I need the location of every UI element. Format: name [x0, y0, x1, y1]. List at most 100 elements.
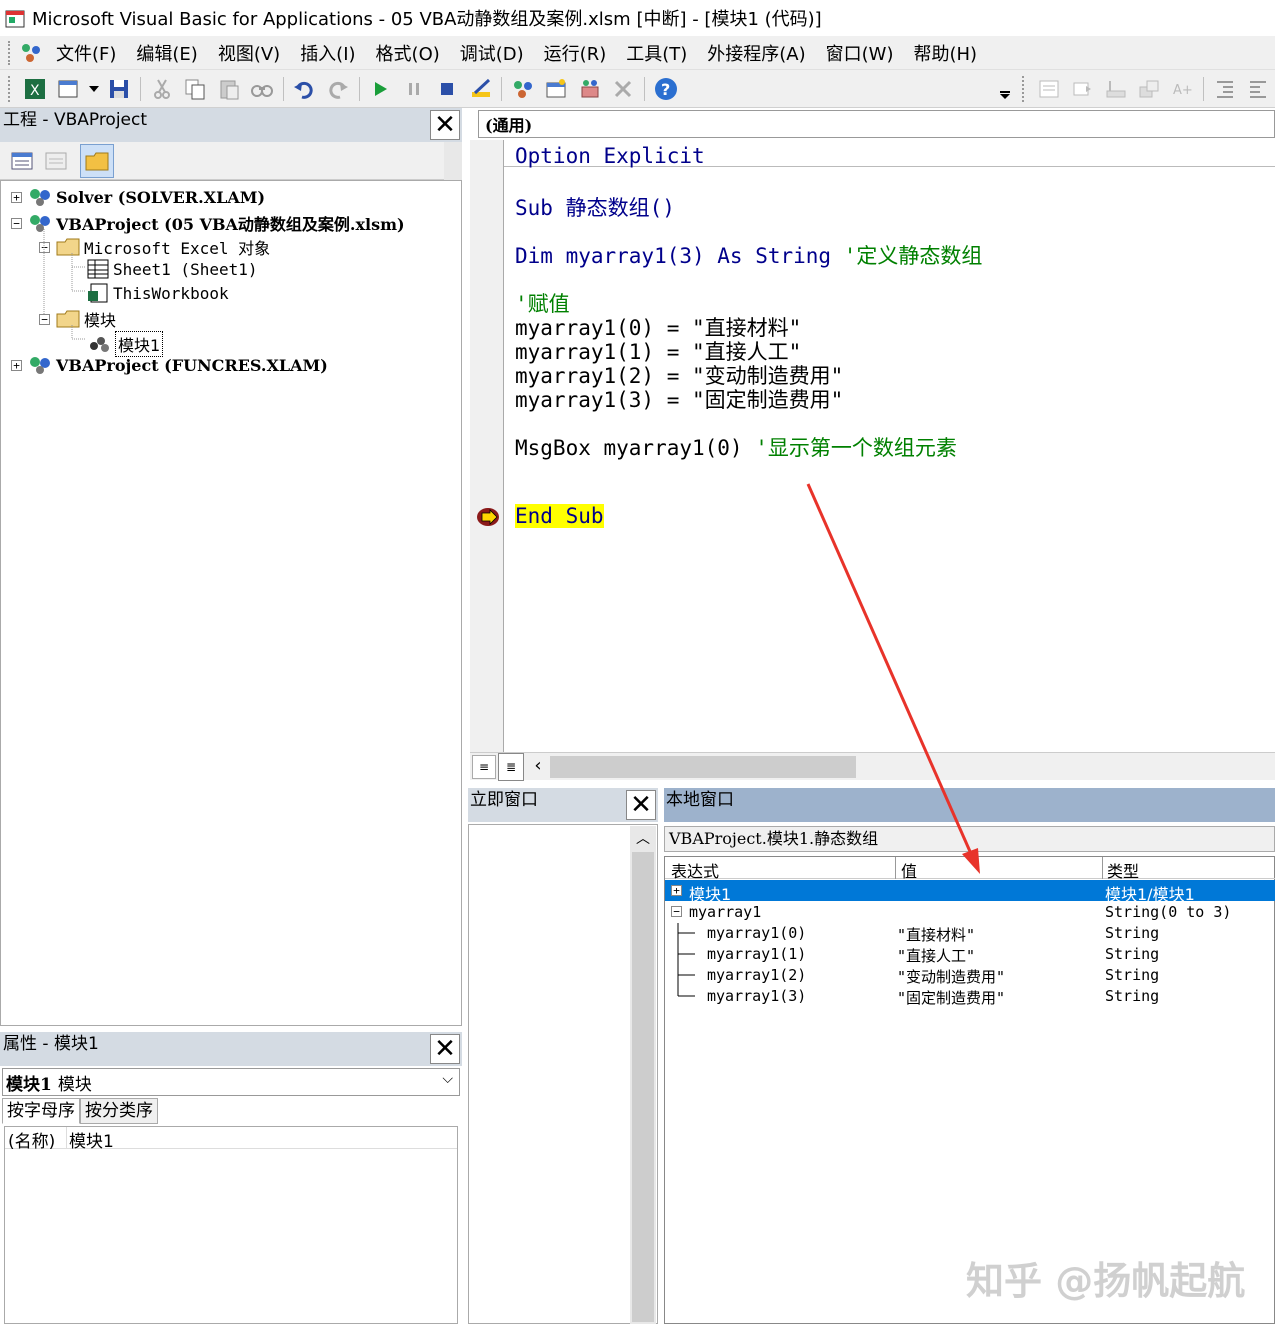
menu-bar: 文件(F) 编辑(E) 视图(V) 插入(I) 格式(O) 调试(D) 运行(R… — [0, 36, 1275, 70]
reset-icon[interactable] — [432, 74, 461, 104]
toolbar-overflow-icon[interactable] — [998, 74, 1012, 104]
tab-alphabetic[interactable]: 按字母序 — [2, 1098, 80, 1124]
indent-icon[interactable] — [1210, 74, 1239, 104]
toolbar-separator — [1203, 76, 1205, 101]
menu-format[interactable]: 格式(O) — [366, 40, 450, 66]
copy-icon[interactable] — [180, 74, 209, 104]
menu-file[interactable]: 文件(F) — [46, 40, 126, 66]
scroll-up-icon[interactable]: ︿ — [630, 826, 656, 852]
view-object-icon[interactable] — [42, 148, 70, 174]
save-icon[interactable] — [105, 74, 134, 104]
menu-help[interactable]: 帮助(H) — [903, 40, 987, 66]
object-browser-icon[interactable] — [575, 74, 604, 104]
menu-run[interactable]: 运行(R) — [534, 40, 617, 66]
code-margin[interactable] — [470, 140, 504, 752]
menu-view[interactable]: 视图(V) — [208, 40, 290, 66]
locals-row[interactable]: myarray1(1) "直接人工" String — [665, 943, 1275, 965]
dropdown-icon[interactable] — [87, 74, 101, 104]
standard-toolbar: X ? A+ — [0, 70, 1275, 108]
locals-row[interactable]: − myarray1 String(0 to 3) — [665, 901, 1275, 922]
column-type[interactable]: 类型 — [1107, 858, 1139, 882]
menu-edit[interactable]: 编辑(E) — [126, 40, 207, 66]
project-scrollbar[interactable] — [444, 142, 462, 180]
procedure-view-icon[interactable]: ≡ — [472, 755, 496, 779]
code-object-select[interactable]: (通用) — [478, 110, 1275, 138]
properties-header: 属性 - 模块1 ✕ — [0, 1032, 462, 1066]
code-line-current[interactable]: End Sub — [515, 504, 604, 528]
view-code-icon[interactable] — [8, 148, 36, 174]
toggle-folders-icon[interactable] — [80, 144, 114, 178]
locals-row[interactable]: + 模块1 模块1/模块1 — [665, 880, 1275, 904]
help-icon[interactable]: ? — [651, 74, 680, 104]
property-row[interactable]: (名称) 模块1 — [5, 1127, 457, 1152]
tab-categorized[interactable]: 按分类序 — [80, 1098, 158, 1124]
run-icon[interactable] — [366, 74, 395, 104]
break-icon[interactable] — [399, 74, 428, 104]
project-tree: + Solver (SOLVER.XLAM) − VBAProject (05 … — [0, 180, 462, 1026]
find-icon[interactable] — [247, 74, 276, 104]
locals-title: 本地窗口 — [666, 790, 734, 810]
locals-tree-lines — [677, 923, 695, 997]
close-icon[interactable]: ✕ — [626, 790, 656, 820]
outdent-icon[interactable] — [1244, 74, 1273, 104]
svg-text:X: X — [30, 83, 40, 99]
locals-row[interactable]: myarray1(2) "变动制造费用" String — [665, 964, 1275, 986]
code-hscrollbar[interactable]: ≡ ≣ ‹ — [470, 752, 1275, 781]
object-name: 模块1 — [6, 1074, 52, 1095]
undo-icon[interactable] — [290, 74, 319, 104]
menu-grip[interactable] — [8, 40, 12, 65]
window-title: Microsoft Visual Basic for Applications … — [32, 9, 822, 30]
toolbar-separator — [358, 76, 360, 101]
project-explorer-icon[interactable] — [508, 74, 537, 104]
edit-toolbar-grip[interactable] — [1022, 75, 1026, 102]
scroll-thumb[interactable] — [550, 756, 856, 778]
design-mode-icon[interactable] — [466, 74, 495, 104]
cut-icon[interactable] — [147, 74, 176, 104]
parameter-info-icon[interactable] — [1134, 74, 1163, 104]
chevron-down-icon[interactable]: ⌵ — [442, 1071, 453, 1087]
code-line-3[interactable]: Dim myarray1(3) As String '定义静态数组 — [515, 240, 982, 270]
paste-icon[interactable] — [214, 74, 243, 104]
vba-menu-icon[interactable] — [18, 40, 44, 66]
project-explorer-header: 工程 - VBAProject ✕ — [0, 108, 462, 142]
insert-module-icon[interactable] — [53, 74, 82, 104]
toolbox-icon[interactable] — [609, 74, 638, 104]
locals-row[interactable]: myarray1(0) "直接材料" String — [665, 922, 1275, 944]
excel-icon[interactable]: X — [20, 74, 49, 104]
code-line-9[interactable]: MsgBox myarray1(0) '显示第一个数组元素 — [515, 432, 957, 462]
list-properties-icon[interactable] — [1034, 74, 1063, 104]
immediate-scrollbar[interactable]: ︿ — [630, 826, 656, 1324]
scroll-left-icon[interactable]: ‹ — [528, 755, 548, 779]
list-constants-icon[interactable] — [1068, 74, 1097, 104]
menu-tools[interactable]: 工具(T) — [616, 40, 697, 66]
execution-pointer-icon — [477, 508, 499, 526]
title-bar: Microsoft Visual Basic for Applications … — [0, 0, 1275, 36]
properties-object-select[interactable]: 模块1 模块 ⌵ — [2, 1068, 460, 1096]
locals-context: VBAProject.模块1.静态数组 — [664, 826, 1275, 852]
quick-info-icon[interactable] — [1101, 74, 1130, 104]
code-line-8[interactable]: myarray1(3) = "固定制造费用" — [515, 384, 843, 414]
toolbar-grip[interactable] — [8, 75, 12, 102]
menu-window[interactable]: 窗口(W) — [816, 40, 904, 66]
close-icon[interactable]: ✕ — [430, 1034, 460, 1064]
code-line-2[interactable]: Sub 静态数组() — [515, 192, 675, 222]
complete-word-icon[interactable]: A+ — [1168, 74, 1197, 104]
toolbar-separator — [140, 76, 141, 101]
locals-row[interactable]: myarray1(3) "固定制造费用" String — [665, 985, 1275, 1007]
column-value[interactable]: 值 — [901, 858, 917, 882]
properties-icon[interactable] — [542, 74, 571, 104]
object-type: 模块 — [57, 1074, 92, 1095]
redo-icon[interactable] — [323, 74, 352, 104]
code-scope: (通用) — [485, 116, 533, 135]
menu-debug[interactable]: 调试(D) — [450, 40, 534, 66]
scroll-thumb[interactable] — [632, 852, 654, 1322]
property-value[interactable]: 模块1 — [67, 1127, 114, 1152]
toolbar-separator — [282, 76, 284, 101]
menu-insert[interactable]: 插入(I) — [290, 40, 365, 66]
full-module-view-icon[interactable]: ≣ — [498, 753, 524, 781]
close-icon[interactable]: ✕ — [430, 110, 460, 140]
locals-header: 本地窗口 — [664, 788, 1275, 822]
menu-addins[interactable]: 外接程序(A) — [697, 40, 815, 66]
code-line-1[interactable]: Option Explicit — [515, 144, 705, 168]
